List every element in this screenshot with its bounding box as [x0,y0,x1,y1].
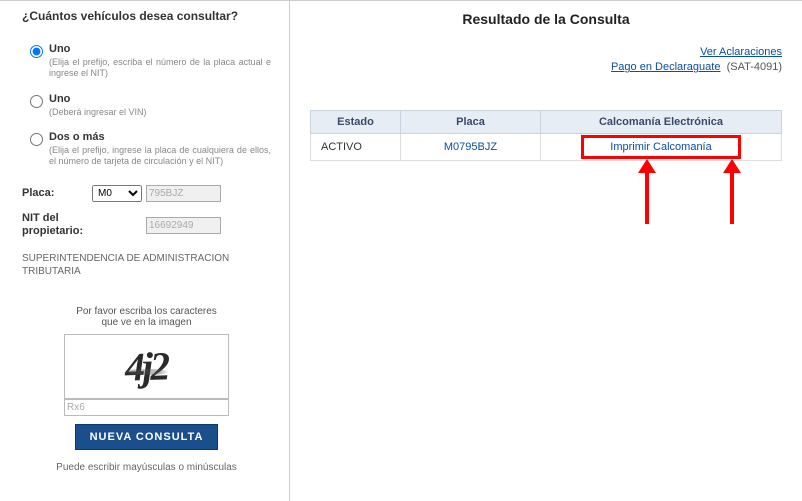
table-header-row: Estado Placa Calcomanía Electrónica [311,110,782,133]
captcha-image: 4j2 [64,334,229,399]
radio-uno-placa[interactable] [30,45,43,58]
arrow-icon [730,169,734,224]
pago-declaraguate-link[interactable]: Pago en Declaraguate [611,61,720,73]
placa-input[interactable] [146,185,221,202]
placa-label: Placa: [22,187,92,199]
radio-uno-vin[interactable] [30,95,43,108]
th-estado: Estado [311,110,401,133]
sidebar-title: ¿Cuántos vehículos desea consultar? [22,9,271,23]
radio-desc: (Deberá ingresar el VIN) [49,107,147,118]
placa-prefix-select[interactable]: M0 [92,185,142,202]
captcha-input[interactable] [64,399,229,416]
radio-option-uno-vin[interactable]: Uno (Deberá ingresar el VIN) [30,93,271,118]
table-row: ACTIVO M0795BJZ Imprimir Calcomanía [311,133,782,160]
th-placa: Placa [401,110,541,133]
cell-placa: M0795BJZ [401,133,541,160]
radio-desc: (Elija el prefijo, escriba el número de … [49,57,271,79]
annotation-arrows [310,169,782,249]
cell-calcomania: Imprimir Calcomanía [541,133,782,160]
form-code: (SAT-4091) [724,61,783,73]
th-calcomania: Calcomanía Electrónica [541,110,782,133]
nueva-consulta-button[interactable]: NUEVA CONSULTA [75,424,219,450]
org-text: SUPERINTENDENCIA DE ADMINISTRACION TRIBU… [22,252,271,278]
result-table: Estado Placa Calcomanía Electrónica ACTI… [310,110,782,161]
arrow-icon [645,169,649,224]
radio-option-uno-placa[interactable]: Uno (Elija el prefijo, escriba el número… [30,43,271,79]
nit-input[interactable] [146,217,221,234]
sidebar: ¿Cuántos vehículos desea consultar? Uno … [0,1,290,501]
highlight-box: Imprimir Calcomanía [581,135,740,159]
ver-aclaraciones-link[interactable]: Ver Aclaraciones [700,46,782,58]
captcha-prompt2: que ve en la imagen [22,317,271,328]
links-row: Ver Aclaraciones Pago en Declaraguate (S… [310,45,782,76]
radio-label: Dos o más [49,131,105,143]
cell-estado: ACTIVO [311,133,401,160]
captcha-block: Por favor escriba los caracteres que ve … [22,306,271,473]
imprimir-calcomania-link[interactable]: Imprimir Calcomanía [610,141,711,153]
nit-label: NIT del propietario: [22,212,92,238]
radio-label: Uno [49,43,70,55]
main-content: Resultado de la Consulta Ver Aclaracione… [290,1,802,501]
radio-option-multi[interactable]: Dos o más (Elija el prefijo, ingrese la … [30,131,271,167]
page-title: Resultado de la Consulta [310,11,782,27]
radio-label: Uno [49,93,70,105]
placa-link[interactable]: M0795BJZ [444,141,497,153]
radio-desc: (Elija el prefijo, ingrese la placa de c… [49,145,271,167]
placa-row: Placa: M0 [22,185,271,202]
captcha-prompt1: Por favor escriba los caracteres [22,306,271,317]
captcha-note: Puede escribir mayúsculas o minúsculas [22,462,271,473]
nit-row: NIT del propietario: [22,212,271,238]
radio-multi[interactable] [30,133,43,146]
radio-group: Uno (Elija el prefijo, escriba el número… [22,43,271,167]
